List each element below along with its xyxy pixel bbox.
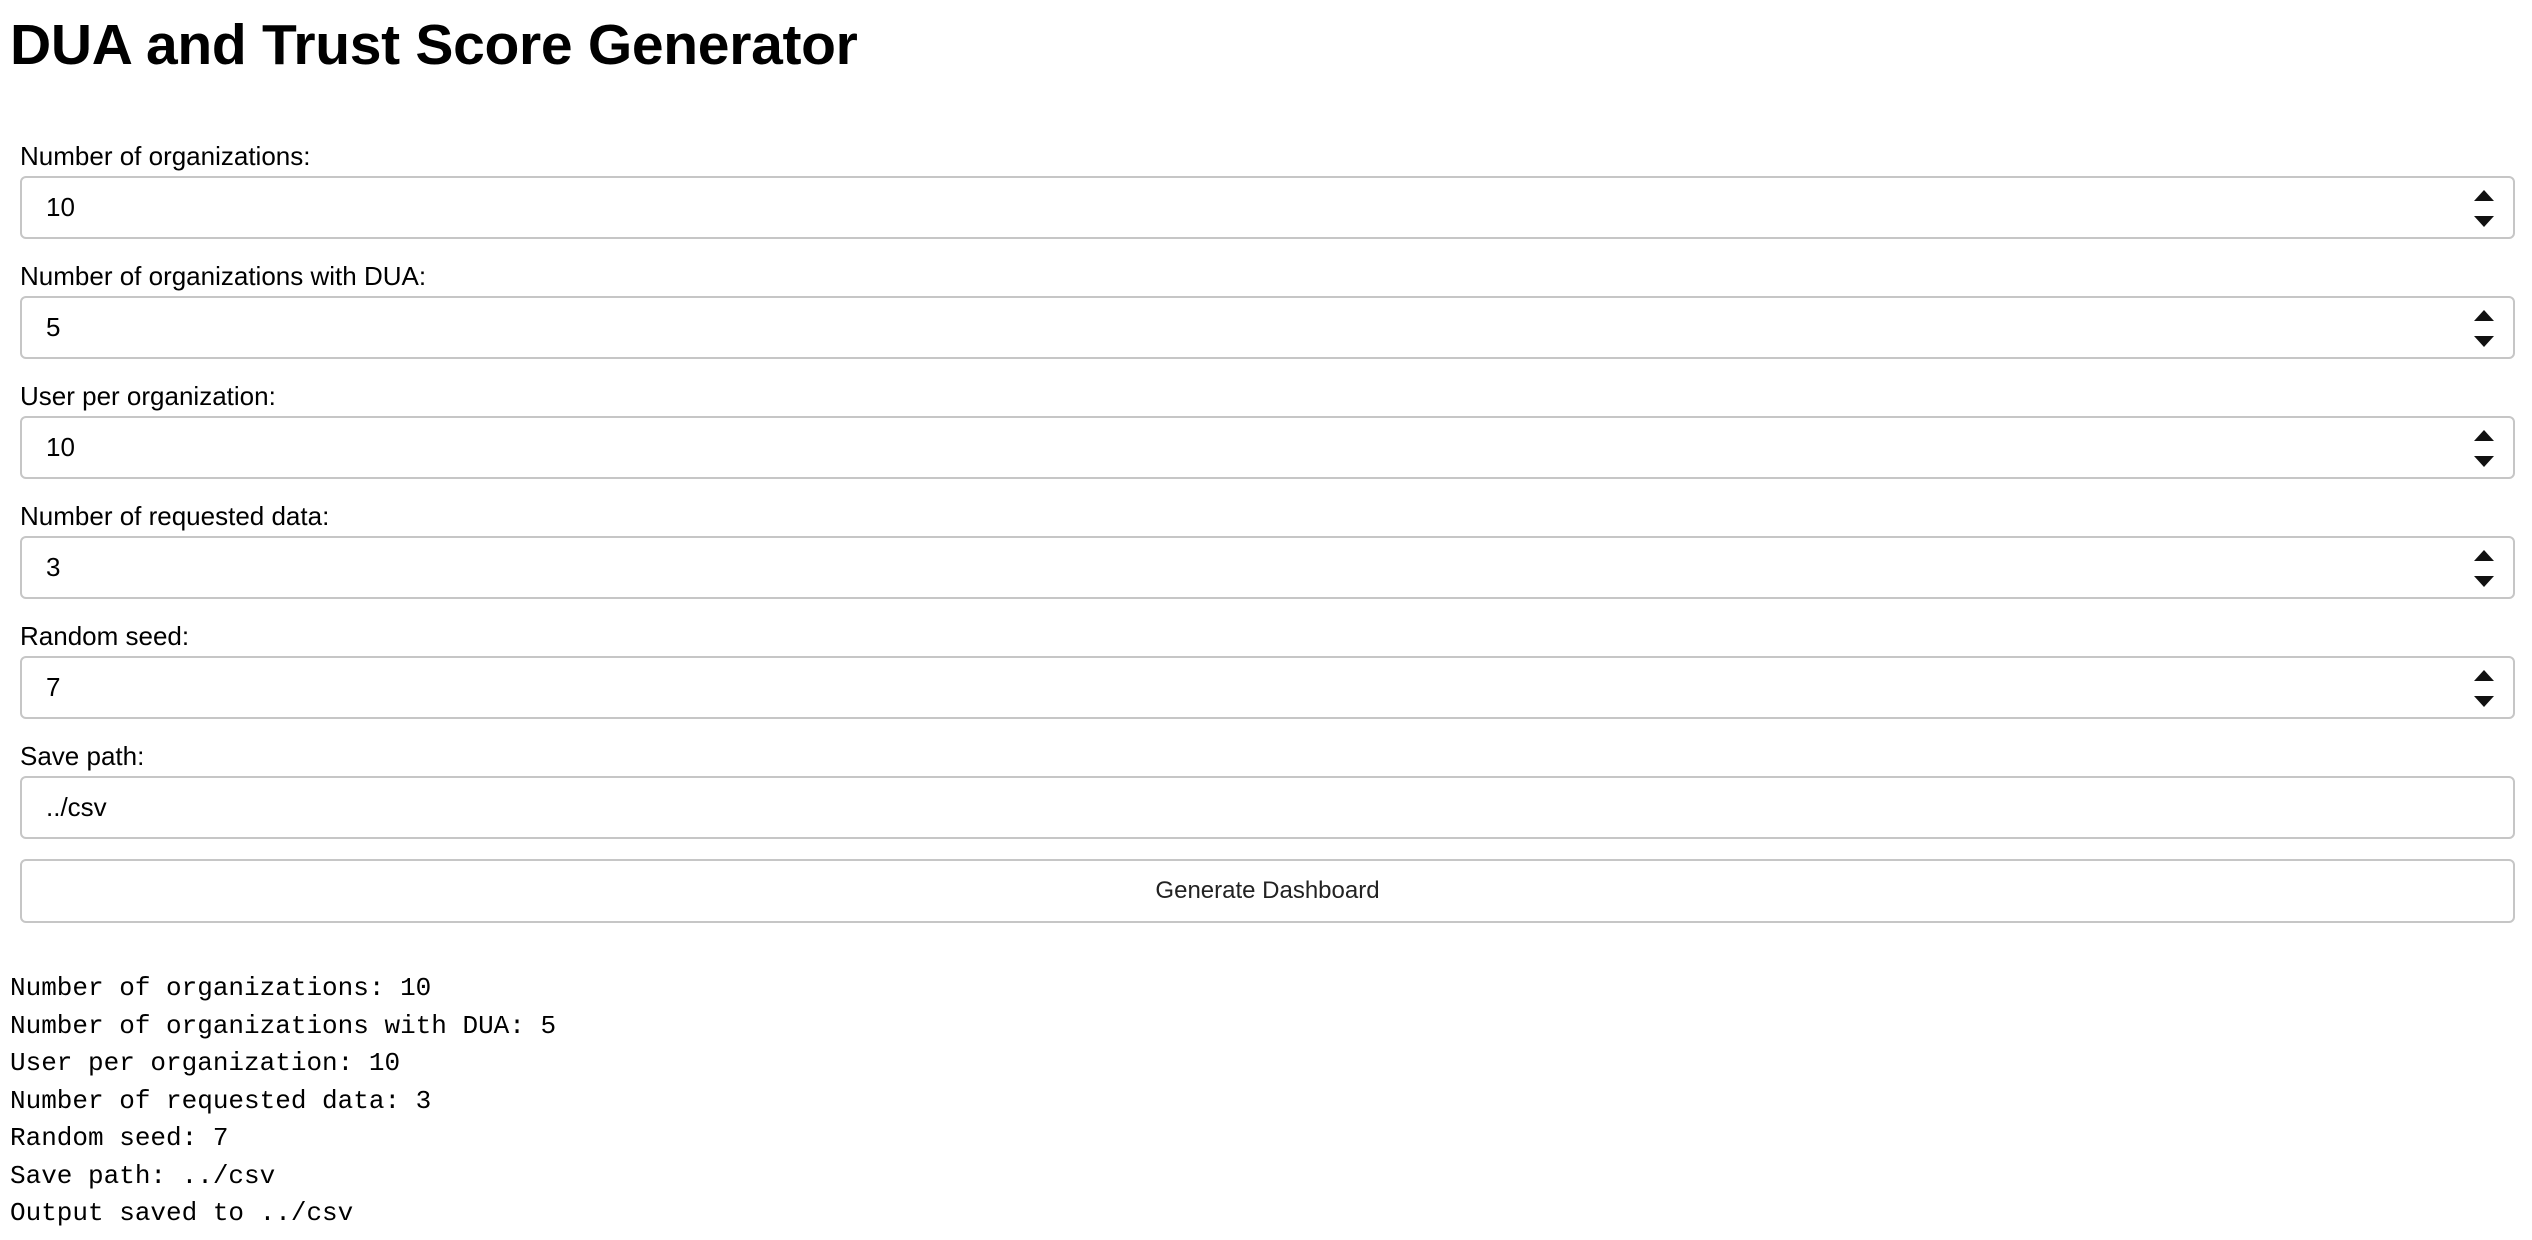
output-line: Random seed: 7 (10, 1123, 229, 1153)
generate-dashboard-button[interactable]: Generate Dashboard (20, 859, 2515, 923)
num-requested-spinner (2473, 546, 2495, 590)
num-requested-input[interactable] (22, 538, 2513, 597)
output-line: Output saved to ../csv (10, 1198, 354, 1228)
output-line: Save path: ../csv (10, 1160, 276, 1191)
triangle-up-icon[interactable] (2474, 310, 2494, 321)
num-requested-box (20, 536, 2515, 599)
num-requested-label: Number of requested data: (20, 501, 330, 531)
random-seed-input[interactable] (22, 658, 2513, 717)
num-orgs-label: Number of organizations: (20, 141, 311, 171)
field-users-per-org: User per organization: (20, 376, 2515, 479)
field-random-seed: Random seed: (20, 616, 2515, 719)
random-seed-label: Random seed: (20, 621, 190, 651)
output-line: Number of organizations with DUA: 5 (10, 1010, 557, 1041)
page-title: DUA and Trust Score Generator (10, 13, 858, 77)
triangle-down-icon[interactable] (2474, 576, 2494, 587)
output-line: Number of organizations: 10 (10, 973, 432, 1003)
save-path-input[interactable] (22, 778, 2513, 837)
random-seed-spinner (2473, 666, 2495, 710)
save-path-box (20, 776, 2515, 839)
output-line: User per organization: 10 (10, 1048, 401, 1078)
triangle-down-icon[interactable] (2474, 696, 2494, 707)
triangle-up-icon[interactable] (2474, 670, 2494, 681)
output-line: Number of requested data: 3 (10, 1085, 432, 1116)
generator-form: Number of organizations: Number of organ… (20, 136, 2515, 923)
users-per-org-spinner (2473, 426, 2495, 470)
triangle-up-icon[interactable] (2474, 550, 2494, 561)
num-orgs-input[interactable] (22, 178, 2513, 237)
triangle-up-icon[interactable] (2474, 430, 2494, 441)
triangle-down-icon[interactable] (2474, 216, 2494, 227)
num-orgs-spinner (2473, 186, 2495, 230)
triangle-down-icon[interactable] (2474, 336, 2494, 347)
triangle-up-icon[interactable] (2474, 190, 2494, 201)
field-num-requested: Number of requested data: (20, 496, 2515, 599)
output-log: Number of organizations: 10 Number of or… (10, 970, 556, 1233)
users-per-org-label: User per organization: (20, 381, 276, 411)
num-orgs-box (20, 176, 2515, 239)
num-orgs-dua-box (20, 296, 2515, 359)
save-path-label: Save path: (20, 741, 145, 771)
num-orgs-dua-spinner (2473, 306, 2495, 350)
num-orgs-dua-label: Number of organizations with DUA: (20, 261, 427, 291)
field-num-orgs-dua: Number of organizations with DUA: (20, 256, 2515, 359)
field-num-orgs: Number of organizations: (20, 136, 2515, 239)
triangle-down-icon[interactable] (2474, 456, 2494, 467)
users-per-org-input[interactable] (22, 418, 2513, 477)
random-seed-box (20, 656, 2515, 719)
field-save-path: Save path: (20, 736, 2515, 839)
num-orgs-dua-input[interactable] (22, 298, 2513, 357)
users-per-org-box (20, 416, 2515, 479)
